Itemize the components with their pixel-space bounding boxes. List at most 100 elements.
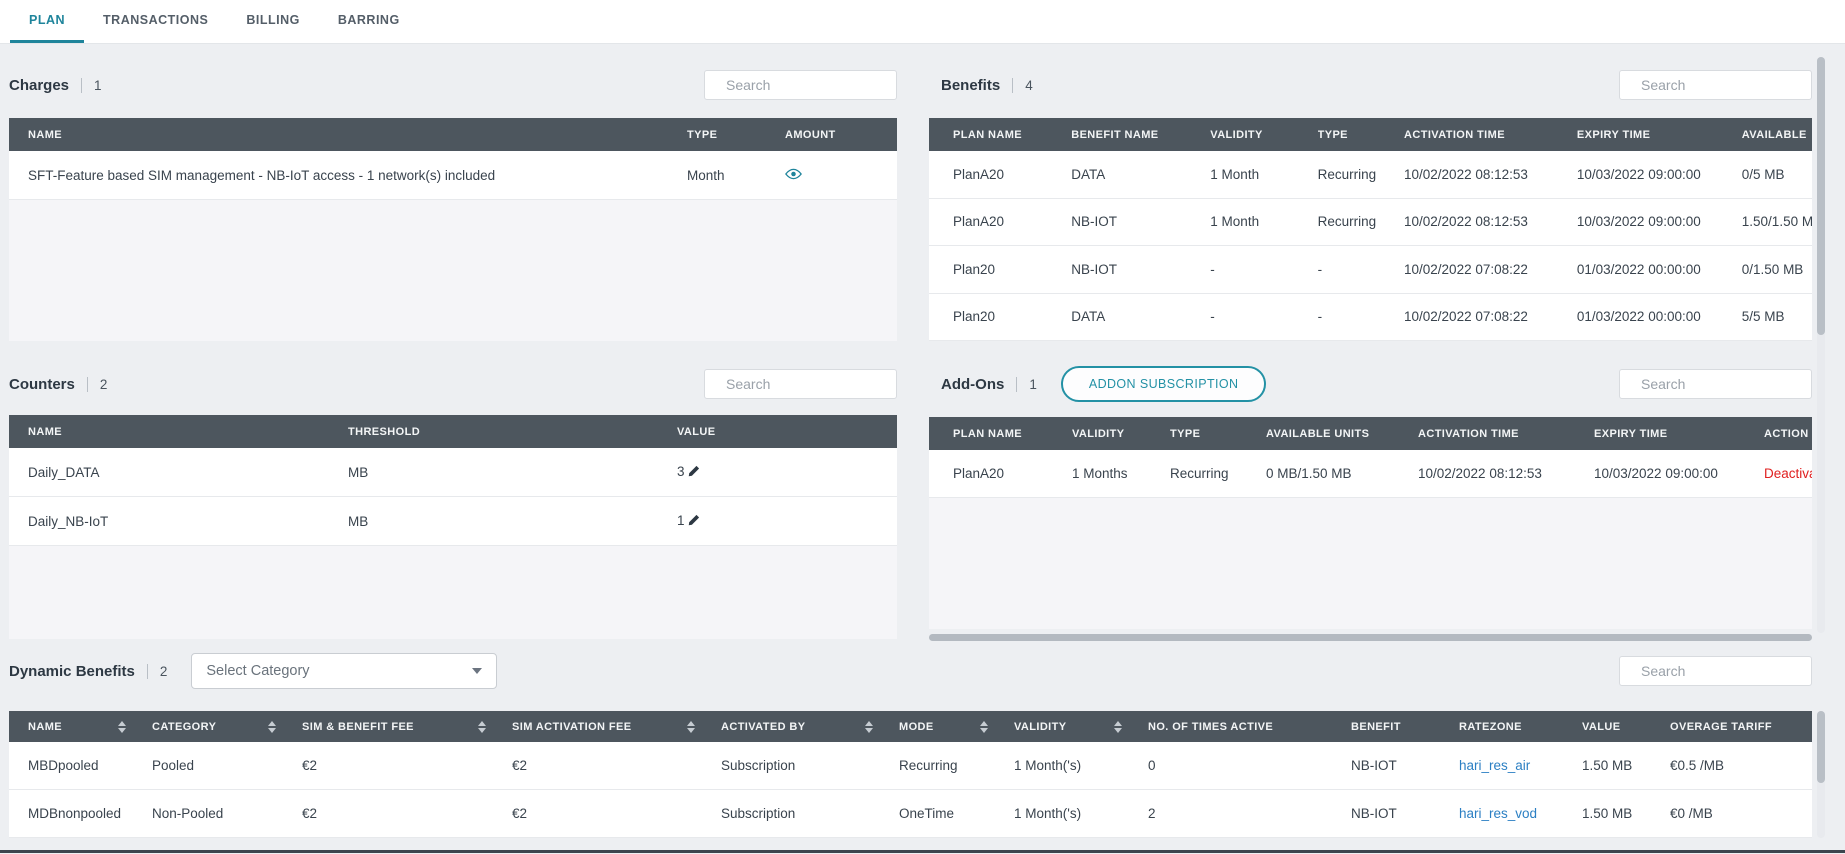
column-header: BENEFIT NAME — [1071, 129, 1210, 141]
table-row: Daily_DATA MB 3 — [9, 448, 897, 497]
deactivate-link[interactable]: Deactivate — [1764, 466, 1812, 481]
benefit-name: NB-IOT — [1071, 262, 1210, 277]
ratezone-link[interactable]: hari_res_air — [1459, 758, 1582, 773]
vertical-scrollbar-thumb[interactable] — [1817, 711, 1825, 783]
benefit-activation: 10/02/2022 08:12:53 — [1404, 214, 1577, 229]
sort-icon[interactable] — [980, 721, 988, 733]
benefit-validity: - — [1210, 262, 1317, 277]
sort-icon[interactable] — [865, 721, 873, 733]
sort-icon[interactable] — [118, 721, 126, 733]
column-header-label: SIM & BENEFIT FEE — [302, 721, 414, 733]
charge-amount — [785, 168, 897, 183]
plan-page: PLAN TRANSACTIONS BILLING BARRING Charge… — [0, 0, 1845, 854]
tab-plan[interactable]: PLAN — [10, 0, 84, 43]
dyn-category: Pooled — [152, 758, 302, 773]
vertical-scrollbar-thumb[interactable] — [1817, 57, 1825, 335]
edit-icon[interactable] — [688, 514, 700, 529]
category-select[interactable]: Select Category — [191, 653, 497, 689]
column-header: VALIDITY — [1014, 721, 1148, 733]
tab-transactions[interactable]: TRANSACTIONS — [84, 0, 227, 43]
column-header: VALUE — [1582, 721, 1670, 733]
sort-icon[interactable] — [1114, 721, 1122, 733]
right-column: Benefits 4 PLAN NAME BENEFIT NAME VALIDI… — [929, 56, 1812, 641]
counter-threshold: MB — [348, 514, 677, 529]
sort-icon[interactable] — [478, 721, 486, 733]
divider — [81, 78, 82, 93]
addon-subscription-button[interactable]: ADDON SUBSCRIPTION — [1061, 366, 1267, 402]
column-header: MODE — [899, 721, 1014, 733]
table-row: Daily_NB-IoT MB 1 — [9, 497, 897, 546]
ratezone-link[interactable]: hari_res_vod — [1459, 806, 1582, 821]
charges-empty-area — [9, 200, 897, 341]
sort-icon[interactable] — [268, 721, 276, 733]
benefit-available: 0/1.50 MB — [1742, 262, 1812, 277]
addons-table: PLAN NAME VALIDITY TYPE AVAILABLE UNITS … — [929, 417, 1812, 629]
dyn-sim-activation-fee: €2 — [512, 806, 721, 821]
addons-empty-area — [929, 498, 1812, 629]
benefit-name: DATA — [1071, 309, 1210, 324]
dyn-benefit: NB-IOT — [1351, 758, 1459, 773]
horizontal-scrollbar[interactable] — [929, 634, 1812, 641]
counters-title: Counters — [9, 376, 75, 393]
column-header-label: ACTIVATED BY — [721, 721, 805, 733]
addons-count: 1 — [1029, 377, 1037, 392]
column-header: OVERAGE TARIFF — [1670, 721, 1812, 733]
column-header: BENEFIT — [1351, 721, 1459, 733]
dyn-validity: 1 Month('s) — [1014, 758, 1148, 773]
column-header-label: SIM ACTIVATION FEE — [512, 721, 631, 733]
tab-bar: PLAN TRANSACTIONS BILLING BARRING — [0, 0, 1845, 44]
table-row: PlanA20 1 Months Recurring 0 MB/1.50 MB … — [929, 450, 1812, 498]
dyn-sim-activation-fee: €2 — [512, 758, 721, 773]
benefits-search-input[interactable] — [1619, 70, 1812, 100]
dynamic-benefits-search-input[interactable] — [1619, 656, 1812, 686]
counters-table-head: NAME THRESHOLD VALUE — [9, 415, 897, 448]
table-row: MDBnonpooled Non-Pooled €2 €2 Subscripti… — [9, 790, 1812, 838]
column-header: ACTIVATED BY — [721, 721, 899, 733]
benefit-activation: 10/02/2022 07:08:22 — [1404, 262, 1577, 277]
vertical-scrollbar-track[interactable] — [1817, 711, 1825, 838]
addons-search-input[interactable] — [1619, 369, 1812, 399]
dyn-validity: 1 Month('s) — [1014, 806, 1148, 821]
table-row: PlanA20 NB-IOT 1 Month Recurring 10/02/2… — [929, 199, 1812, 247]
column-header: CATEGORY — [152, 721, 302, 733]
benefit-expiry: 10/03/2022 09:00:00 — [1577, 167, 1742, 182]
eye-icon[interactable] — [785, 168, 802, 183]
column-header: ACTIVATION TIME — [1418, 428, 1594, 440]
dyn-mode: OneTime — [899, 806, 1014, 821]
dyn-name: MDBnonpooled — [9, 806, 152, 821]
dyn-activated-by: Subscription — [721, 806, 899, 821]
dynamic-benefits-table: NAME CATEGORY SIM & BENEFIT FEE SIM ACTI… — [9, 711, 1812, 838]
sort-icon[interactable] — [687, 721, 695, 733]
divider — [1012, 78, 1013, 93]
dyn-times-active: 2 — [1148, 806, 1351, 821]
column-header: NO. OF TIMES ACTIVE — [1148, 721, 1351, 733]
charges-search-input[interactable] — [704, 70, 897, 100]
benefit-type: - — [1318, 309, 1404, 324]
column-header: VALIDITY — [1210, 129, 1317, 141]
tab-billing[interactable]: BILLING — [227, 0, 319, 43]
dynamic-benefits-title: Dynamic Benefits — [9, 663, 135, 680]
dyn-category: Non-Pooled — [152, 806, 302, 821]
addons-table-head: PLAN NAME VALIDITY TYPE AVAILABLE UNITS … — [929, 417, 1812, 450]
addon-activation: 10/02/2022 08:12:53 — [1418, 466, 1594, 481]
benefit-plan: PlanA20 — [929, 214, 1071, 229]
dynamic-benefits-section: Dynamic Benefits 2 Select Category NAME … — [9, 653, 1812, 838]
counter-name: Daily_NB-IoT — [9, 514, 348, 529]
counters-search-input[interactable] — [704, 369, 897, 399]
dyn-name: MBDpooled — [9, 758, 152, 773]
dynamic-benefits-header: Dynamic Benefits 2 Select Category — [9, 653, 1812, 689]
benefit-plan: Plan20 — [929, 262, 1071, 277]
dyn-sim-benefit-fee: €2 — [302, 758, 512, 773]
column-header: SIM ACTIVATION FEE — [512, 721, 721, 733]
table-row: SFT-Feature based SIM management - NB-Io… — [9, 151, 897, 200]
edit-icon[interactable] — [688, 465, 700, 480]
tab-barring[interactable]: BARRING — [319, 0, 419, 43]
divider — [147, 664, 148, 679]
benefit-type: Recurring — [1318, 214, 1404, 229]
addon-plan: PlanA20 — [929, 466, 1072, 481]
vertical-scrollbar-track[interactable] — [1817, 57, 1825, 633]
column-header: PLAN NAME — [929, 428, 1072, 440]
dyn-value: 1.50 MB — [1582, 758, 1670, 773]
charges-header: Charges 1 — [9, 67, 897, 103]
charge-name: SFT-Feature based SIM management - NB-Io… — [9, 168, 687, 183]
